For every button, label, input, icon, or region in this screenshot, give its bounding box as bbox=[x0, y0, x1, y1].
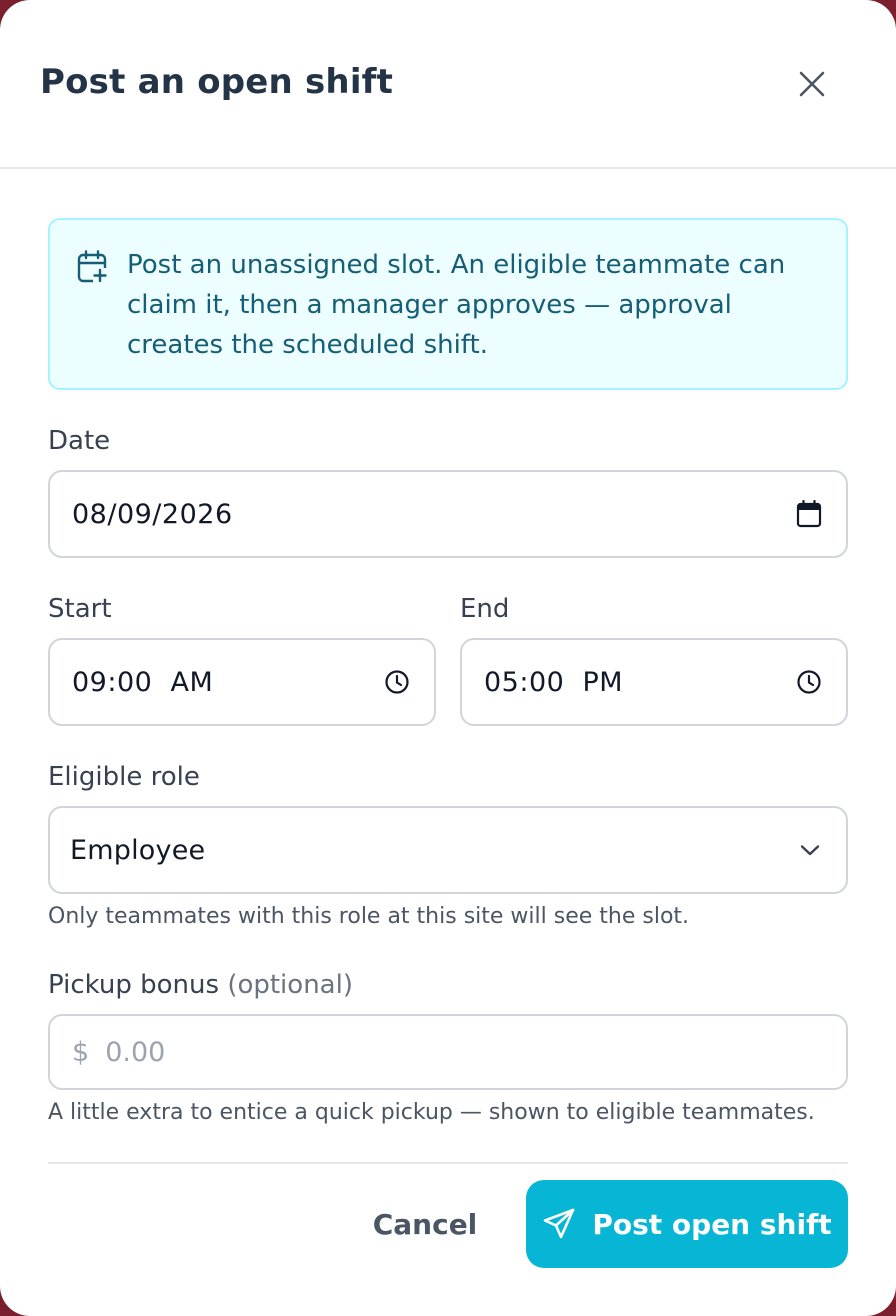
post-open-shift-label: Post open shift bbox=[592, 1207, 832, 1241]
start-time-value: 09:00 AM bbox=[72, 666, 214, 698]
pickup-bonus-label: Pickup bonus (optional) bbox=[48, 970, 353, 1000]
eligible-role-label: Eligible role bbox=[48, 762, 200, 792]
dialog-header: Post an open shift bbox=[0, 0, 896, 169]
end-time-picker-button[interactable] bbox=[796, 669, 822, 695]
info-banner: Post an unassigned slot. An eligible tea… bbox=[48, 218, 848, 390]
currency-symbol: $ bbox=[72, 1036, 90, 1068]
role-dropdown-toggle[interactable] bbox=[798, 838, 822, 862]
start-label: Start bbox=[48, 594, 112, 624]
calendar-picker-button[interactable] bbox=[796, 500, 822, 528]
calendar-icon bbox=[796, 500, 822, 528]
clock-icon bbox=[797, 670, 821, 694]
post-open-shift-button[interactable]: Post open shift bbox=[526, 1180, 848, 1268]
chevron-down-icon bbox=[800, 845, 820, 856]
end-label: End bbox=[460, 594, 510, 624]
eligible-role-select[interactable]: Employee bbox=[48, 806, 848, 894]
pickup-bonus-help: A little extra to entice a quick pickup … bbox=[48, 1100, 815, 1125]
dialog-title: Post an open shift bbox=[40, 62, 394, 102]
post-open-shift-dialog: Post an open shift Post an unassigned sl… bbox=[0, 0, 896, 1316]
date-label: Date bbox=[48, 426, 111, 456]
clock-icon bbox=[385, 670, 409, 694]
pickup-bonus-optional: (optional) bbox=[227, 970, 353, 1000]
eligible-role-help: Only teammates with this role at this si… bbox=[48, 904, 690, 929]
close-icon bbox=[799, 71, 825, 97]
calendar-plus-icon bbox=[77, 250, 108, 283]
close-button[interactable] bbox=[786, 58, 838, 110]
info-text: Post an unassigned slot. An eligible tea… bbox=[127, 250, 786, 360]
eligible-role-value: Employee bbox=[70, 834, 206, 866]
pickup-bonus-field[interactable]: $ 0.00 bbox=[48, 1014, 848, 1090]
footer-divider bbox=[48, 1162, 848, 1164]
start-time-input[interactable]: 09:00 AM bbox=[48, 638, 436, 726]
cancel-button[interactable]: Cancel bbox=[360, 1182, 490, 1266]
send-icon bbox=[544, 1208, 575, 1239]
pickup-bonus-label-text: Pickup bonus bbox=[48, 970, 220, 1000]
end-time-input[interactable]: 05:00 PM bbox=[460, 638, 848, 726]
date-value: 08/09/2026 bbox=[72, 498, 233, 530]
end-time-value: 05:00 PM bbox=[484, 666, 624, 698]
date-input[interactable]: 08/09/2026 bbox=[48, 470, 848, 558]
pickup-bonus-input[interactable]: 0.00 bbox=[105, 1037, 165, 1068]
start-time-picker-button[interactable] bbox=[384, 669, 410, 695]
